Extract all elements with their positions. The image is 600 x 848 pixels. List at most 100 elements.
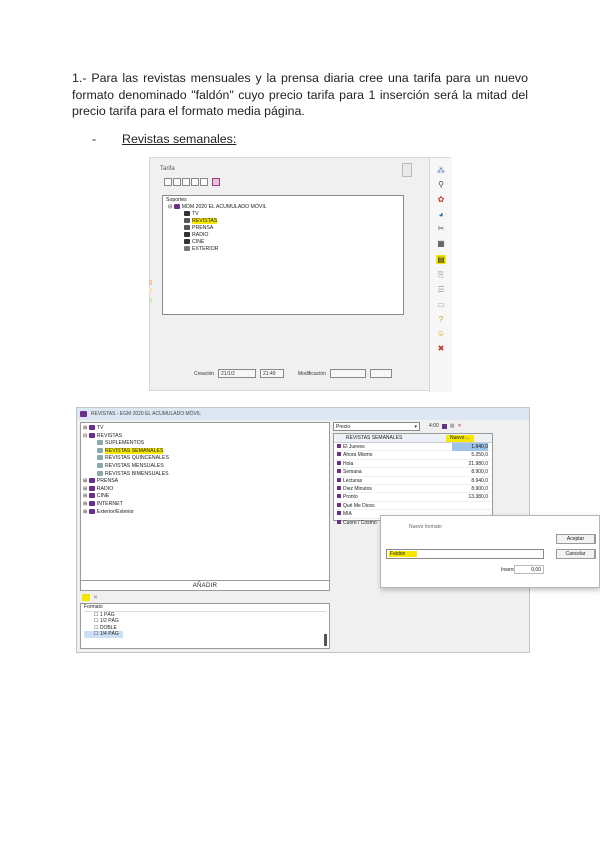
row-value[interactable]: 21.980,0 <box>452 460 488 468</box>
exit-icon[interactable]: ✖ <box>436 344 446 353</box>
table-row[interactable]: Ahora Mismo 5.250,0 <box>334 451 492 460</box>
table-row[interactable]: Qué Me Dices <box>334 502 492 511</box>
close-icon[interactable]: ✕ <box>457 422 461 431</box>
page-icon[interactable]: ⎘ <box>436 270 446 279</box>
chart-icon[interactable]: ⁂ <box>436 166 446 175</box>
row-value[interactable]: 5.250,0 <box>452 451 488 459</box>
row-value[interactable]: 13.380,0 <box>452 493 488 501</box>
format-list-header: Formato <box>84 604 326 612</box>
delete-icon[interactable]: ✕ <box>93 594 98 601</box>
row-value[interactable]: 8.900,0 <box>452 485 488 493</box>
modification-label: Modificación <box>298 370 326 377</box>
format-name-input[interactable]: Faldón <box>386 549 544 559</box>
uncheck-icon[interactable] <box>191 178 199 186</box>
row-name-label: Lecturas <box>343 477 363 484</box>
add-button[interactable]: AÑADIR <box>80 580 330 591</box>
list-scrollbar[interactable] <box>324 634 327 646</box>
list-icon[interactable]: ☰ <box>436 285 446 294</box>
sort-icon[interactable] <box>200 178 208 186</box>
table-row[interactable]: El Jueves 1.940,0 <box>334 443 492 452</box>
price-combo[interactable]: Precio <box>333 422 420 431</box>
row-name-label: Semana <box>343 469 362 476</box>
tree-node[interactable]: ⊞ INTERNET <box>83 500 327 509</box>
row-name-label: MIA <box>343 511 352 518</box>
tree-node-cine[interactable]: CINE <box>166 239 400 246</box>
tree-node-exterior[interactable]: EXTERIOR <box>166 246 400 253</box>
status-bar: Creación 21/1/2 21:49 Modificación <box>194 369 392 378</box>
magazine-icon <box>337 494 341 499</box>
tree-root[interactable]: ⊟ MDM 2020 EL ACUMULADO MÓVIL <box>166 204 400 211</box>
tree-node-prensa[interactable]: PRENSA <box>166 225 400 232</box>
tree-node[interactable]: ⊞ Exterior/Exterior <box>83 508 327 517</box>
grid-header: REVISTAS SEMANALES Nuevo ... <box>334 434 492 443</box>
check-icon[interactable] <box>182 178 190 186</box>
app-icon <box>80 411 87 417</box>
scissors-icon[interactable]: ✂ <box>436 224 446 233</box>
tree-node[interactable]: SUPLEMENTOS <box>83 440 327 448</box>
magazine-icon <box>337 452 341 457</box>
smile-icon[interactable]: ☺ <box>436 329 446 338</box>
row-value[interactable]: 8.900,0 <box>452 468 488 476</box>
tree-node[interactable]: REVISTAS BIMENSUALES <box>83 470 327 479</box>
tree-node-label: REVISTAS MENSUALES <box>105 462 164 469</box>
scrollbar[interactable] <box>402 163 412 177</box>
expand-icon[interactable] <box>164 178 172 186</box>
help-icon[interactable]: ? <box>436 315 446 324</box>
tree-node[interactable]: ⊞ RADIO <box>83 485 327 494</box>
tree-node[interactable]: REVISTAS QUINCENALES <box>83 455 327 463</box>
row-name-label: Ahora Mismo <box>343 452 373 459</box>
doc-icon[interactable]: ▭ <box>436 300 446 309</box>
folder-icon <box>97 440 103 446</box>
row-name-label: Diez Minutos <box>343 485 372 492</box>
calculator-icon[interactable]: ▦ <box>436 239 446 248</box>
cinema-icon <box>184 239 190 244</box>
colors-icon[interactable]: ✿ <box>436 195 446 204</box>
margin-marker <box>149 298 152 303</box>
tree-node-revistas[interactable]: REVISTAS <box>166 218 400 225</box>
tree-node-label: CINE <box>192 239 205 245</box>
pie-icon[interactable]: ◕ <box>436 210 446 219</box>
margin-marker <box>149 288 152 293</box>
tree-node-label: REVISTAS SEMANALES <box>105 447 164 454</box>
list-item-selected[interactable]: ☐ 1/4 PÁG <box>84 631 123 638</box>
rates-icon[interactable]: ▤ <box>436 255 446 264</box>
tree-node[interactable]: ⊞ CINE <box>83 493 327 501</box>
table-row[interactable]: Diez Minutos 8.900,0 <box>334 485 492 494</box>
wand-icon[interactable]: ⚲ <box>436 180 446 189</box>
tree-node[interactable]: ⊞ PRENSA <box>83 478 327 486</box>
tree-node-tv[interactable]: TV <box>166 211 400 218</box>
tree-node-label: INTERNET <box>96 500 123 507</box>
tree-node[interactable]: REVISTAS SEMANALES <box>83 447 327 456</box>
list-item-label: 1/2 PÁG <box>99 618 119 624</box>
tree-node[interactable]: ⊟ REVISTAS <box>83 432 327 441</box>
accept-button[interactable]: Aceptar <box>556 534 596 544</box>
cancel-button[interactable]: Cancelar <box>556 549 596 559</box>
row-value[interactable]: 8.940,0 <box>452 477 488 485</box>
soportes-tree: ⊞ TV ⊟ REVISTAS SUPLEMENTOS REVISTAS SEM… <box>80 422 330 582</box>
table-row[interactable]: Hola 21.980,0 <box>334 460 492 469</box>
bullet-dash: - <box>92 132 97 146</box>
row-name: Diez Minutos <box>337 485 372 493</box>
calendar-icon[interactable] <box>212 178 220 186</box>
modification-time-field <box>369 369 392 378</box>
folder-icon <box>97 455 103 461</box>
tree-node[interactable]: REVISTAS MENSUALES <box>83 462 327 471</box>
tree-node-radio[interactable]: RADIO <box>166 232 400 239</box>
table-row[interactable]: Pronto 13.380,0 <box>334 493 492 502</box>
new-format-icon[interactable] <box>82 594 90 601</box>
grid-icon[interactable]: ▦ <box>450 422 455 431</box>
table-row[interactable]: Semana 8.900,0 <box>334 468 492 477</box>
magazine-icon <box>184 218 190 223</box>
run-icon[interactable] <box>441 424 447 429</box>
tree-node-label: REVISTAS <box>192 218 218 224</box>
folder-icon <box>97 447 103 453</box>
row-name: El Jueves <box>337 443 365 451</box>
collapse-icon[interactable] <box>173 178 181 186</box>
row-value[interactable]: 1.940,0 <box>452 443 488 451</box>
table-row[interactable]: Lecturas 8.940,0 <box>334 477 492 485</box>
row-name-label: Cuore / Cosmo <box>343 519 377 526</box>
grid-column-header[interactable]: Nuevo ... <box>446 435 475 442</box>
creation-label: Creación <box>194 370 215 377</box>
insertion-field[interactable]: 0,00 <box>514 565 544 574</box>
tree-node[interactable]: ⊞ TV <box>83 425 327 433</box>
